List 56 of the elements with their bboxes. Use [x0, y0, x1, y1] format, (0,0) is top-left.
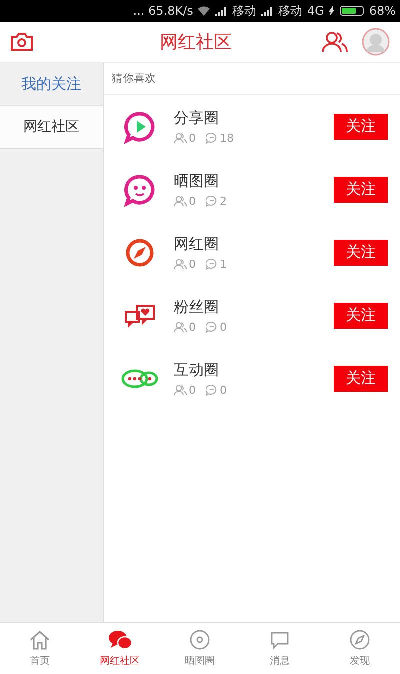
- network-type: 4G: [307, 4, 324, 18]
- circle-name[interactable]: 分享圈: [174, 108, 334, 128]
- smiley-bubble-icon: [123, 172, 157, 206]
- member-count: 0: [189, 320, 196, 334]
- users-icon: [174, 258, 187, 270]
- page-title: 网红社区: [159, 31, 233, 54]
- carrier-name: 移动: [278, 2, 302, 20]
- follow-button[interactable]: 关注: [334, 114, 388, 140]
- comment-icon: [206, 322, 218, 332]
- chat-bubbles-icon: [107, 629, 133, 651]
- circle-name[interactable]: 粉丝圈: [174, 298, 334, 316]
- disc-icon: [189, 629, 211, 651]
- post-count: 1: [220, 258, 227, 270]
- signal-icon: [261, 6, 274, 16]
- battery-percent: 68%: [369, 4, 396, 18]
- tab-item[interactable]: 晒图圈: [160, 623, 240, 674]
- post-count: 18: [220, 132, 234, 144]
- circle-name[interactable]: 网红圈: [174, 234, 334, 254]
- member-count: 0: [189, 132, 196, 144]
- carrier-name: 移动: [232, 2, 256, 20]
- wifi-icon: [198, 6, 210, 16]
- comment-icon: [206, 132, 218, 144]
- post-count: 0: [220, 320, 227, 334]
- follow-button[interactable]: 关注: [334, 176, 388, 202]
- tab-item[interactable]: 网红社区: [80, 623, 160, 674]
- tab-item[interactable]: 首页: [0, 623, 80, 674]
- circle-name[interactable]: 互动圈: [174, 360, 334, 380]
- section-title: 猜你喜欢: [104, 63, 400, 95]
- users-icon: [174, 384, 187, 396]
- users-icon: [174, 322, 187, 332]
- follow-button[interactable]: 关注: [334, 240, 388, 266]
- compass-icon: [349, 629, 371, 651]
- post-count: 0: [220, 384, 227, 396]
- member-count: 0: [189, 194, 196, 208]
- comment-icon: [206, 384, 218, 396]
- signal-icon: [215, 6, 228, 16]
- circle-name[interactable]: 晒图圈: [174, 172, 334, 190]
- follow-button[interactable]: 关注: [334, 302, 388, 328]
- users-icon[interactable]: [322, 31, 348, 53]
- comment-icon: [206, 258, 218, 270]
- users-icon: [174, 196, 187, 206]
- battery-icon: [340, 6, 364, 16]
- camera-icon[interactable]: [10, 32, 34, 52]
- charging-icon: [329, 6, 336, 16]
- network-speed: ... 65.8K/s: [133, 4, 194, 18]
- comment-icon: [206, 196, 218, 206]
- member-count: 0: [189, 384, 196, 396]
- follow-button[interactable]: 关注: [334, 366, 388, 392]
- sidebar-item[interactable]: 网红社区: [0, 106, 103, 149]
- tab-item[interactable]: 发现: [320, 623, 400, 674]
- post-count: 2: [220, 194, 227, 208]
- tab-item[interactable]: 消息: [240, 623, 320, 674]
- users-icon: [174, 132, 187, 144]
- play-bubble-icon: [123, 110, 157, 144]
- home-icon: [29, 629, 51, 651]
- member-count: 0: [189, 258, 196, 270]
